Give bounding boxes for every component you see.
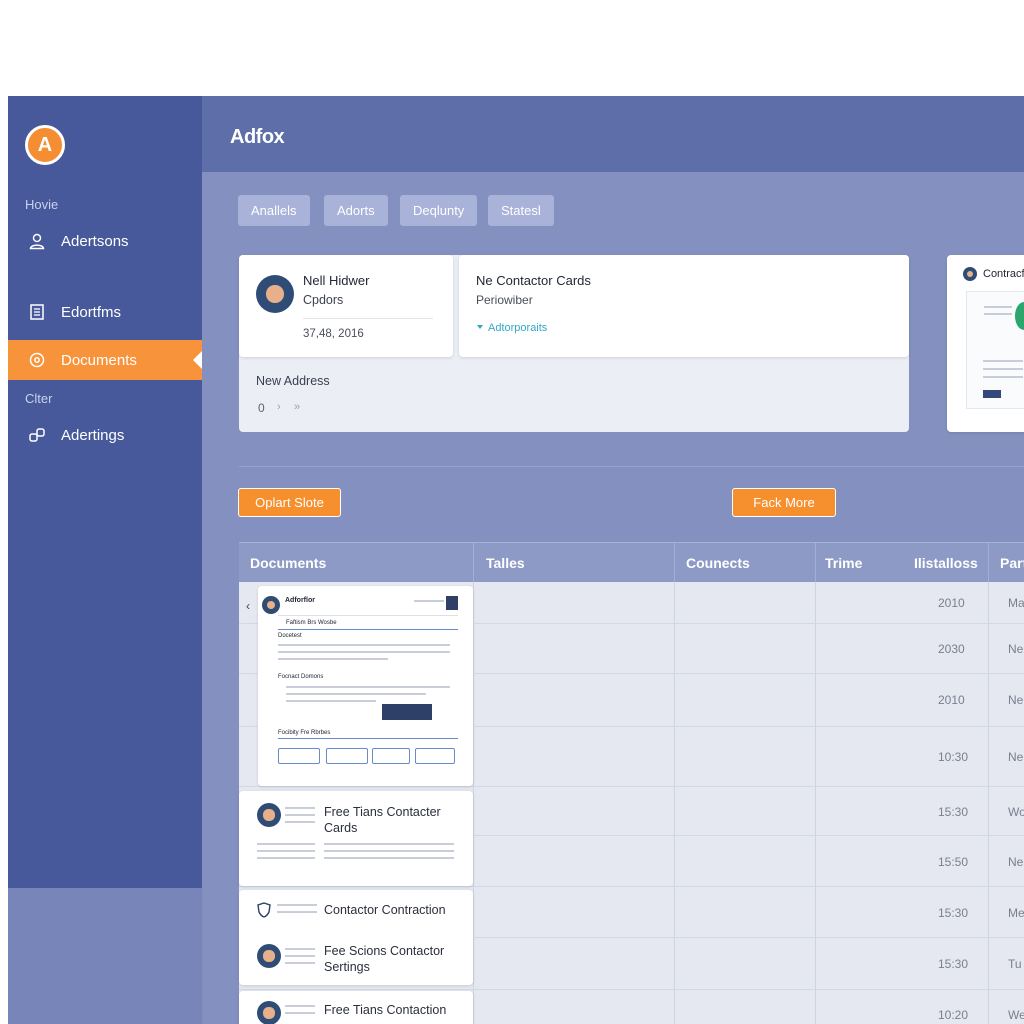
- document-card[interactable]: Free Tians Contaction: [239, 991, 473, 1024]
- sidebar-item-documents[interactable]: Documents: [8, 340, 202, 380]
- address-label: New Address: [256, 374, 330, 388]
- column-header[interactable]: Part: [1000, 555, 1024, 571]
- document-thumbnail: [966, 291, 1024, 409]
- preview-section-3: Focibity Fre Rbrbes: [278, 730, 331, 736]
- divider: [303, 318, 433, 319]
- document-title: Fee Scions Contactor Sertings: [324, 944, 445, 974]
- preview-chip: [415, 748, 455, 764]
- fack-more-button[interactable]: Fack More: [732, 488, 836, 517]
- column-header[interactable]: Documents: [250, 555, 326, 571]
- avatar: [963, 267, 977, 281]
- sidebar-footer: [8, 888, 202, 1024]
- contact-card-title: Ne Contactor Cards: [476, 273, 591, 288]
- side-card-title: Contracf: [983, 268, 1024, 280]
- chevron-left-icon[interactable]: ‹: [246, 599, 250, 613]
- time-cell: 15:30: [938, 805, 969, 819]
- preview-chip: [372, 748, 410, 764]
- tab-adorts[interactable]: Adorts: [324, 195, 388, 226]
- profile-name: Nell Hidwer: [303, 273, 370, 288]
- part-cell: Ma: [1008, 596, 1024, 610]
- column-header[interactable]: Talles: [486, 555, 525, 571]
- document-title: Free Tians Contacter Cards: [324, 805, 441, 835]
- sidebar: A Hovie Adertsons Edortfms Documents Clt…: [8, 96, 202, 888]
- part-cell: Wo: [1008, 805, 1024, 819]
- part-cell: Tu: [1008, 957, 1022, 971]
- address-count: 0: [258, 401, 265, 415]
- document-title: Contactor Contraction: [324, 903, 446, 917]
- shield-icon: [446, 596, 458, 610]
- part-cell: Ne: [1008, 693, 1024, 707]
- contact-card-link[interactable]: Adtorporaits: [488, 322, 547, 334]
- table-header: Documents Talles Counects Trime Ilistall…: [239, 542, 1024, 583]
- chevron-down-icon: [476, 322, 483, 329]
- time-cell: 10:30: [938, 750, 969, 764]
- time-cell: 2010: [938, 596, 965, 610]
- time-cell: 10:20: [938, 1008, 969, 1022]
- tab-statesl[interactable]: Statesl: [488, 195, 554, 226]
- preview-chip: [326, 748, 368, 764]
- app-window: A Hovie Adertsons Edortfms Documents Clt…: [8, 96, 1024, 1024]
- sidebar-item-edortfms[interactable]: Edortfms: [8, 292, 202, 332]
- sidebar-item-label: Edortfms: [61, 303, 122, 321]
- sidebar-item-adertsons[interactable]: Adertsons: [8, 221, 202, 261]
- arrow-right-icon[interactable]: ›: [277, 401, 281, 413]
- contact-card[interactable]: Ne Contactor Cards Periowiber Adtorporai…: [459, 255, 909, 357]
- sidebar-section-home: Hovie: [25, 197, 59, 212]
- link-icon: [28, 426, 46, 444]
- preview-section-1: Docetest: [278, 633, 302, 639]
- avatar: [262, 596, 280, 614]
- page-title: Adfox: [230, 126, 285, 148]
- part-cell: Ne: [1008, 642, 1024, 656]
- part-cell: We: [1008, 1008, 1024, 1022]
- document-icon: [28, 303, 46, 321]
- sidebar-section-other: Clter: [25, 391, 53, 406]
- avatar: [257, 944, 281, 968]
- preview-subheading: Faftism Brs Wosbe: [286, 620, 337, 626]
- contact-card-subtitle: Periowiber: [476, 293, 533, 307]
- time-cell: 15:30: [938, 957, 969, 971]
- user-icon: [28, 232, 46, 250]
- document-card[interactable]: Free Tians Contacter Cards: [239, 791, 473, 886]
- header-bar: Adfox: [202, 96, 1024, 172]
- profile-date: 37,48, 2016: [303, 328, 364, 340]
- sidebar-item-label: Adertsons: [61, 232, 129, 250]
- preview-heading: Adforflor: [285, 597, 315, 604]
- profile-card[interactable]: Nell Hidwer Cpdors 37,48, 2016: [239, 255, 453, 357]
- sidebar-item-label: Documents: [61, 351, 137, 369]
- time-cell: 15:30: [938, 906, 969, 920]
- column-header[interactable]: Counects: [686, 555, 750, 571]
- profile-role: Cpdors: [303, 293, 344, 307]
- sidebar-item-label: Adertings: [61, 426, 125, 444]
- part-cell: Me: [1008, 906, 1024, 920]
- avatar: [257, 1001, 281, 1024]
- section-divider: [239, 466, 1024, 467]
- double-arrow-right-icon[interactable]: »: [294, 401, 300, 413]
- oplart-slote-button[interactable]: Oplart Slote: [238, 488, 341, 517]
- preview-badge: [382, 704, 432, 720]
- tab-anallels[interactable]: Anallels: [238, 195, 310, 226]
- preview-chip: [278, 748, 320, 764]
- column-header[interactable]: Trime: [825, 555, 862, 571]
- app-logo[interactable]: A: [25, 125, 65, 165]
- part-cell: Ne: [1008, 855, 1024, 869]
- sidebar-item-adertings[interactable]: Adertings: [8, 415, 202, 455]
- avatar: [256, 275, 294, 313]
- time-cell: 2010: [938, 693, 965, 707]
- avatar: [257, 803, 281, 827]
- document-preview[interactable]: Adforflor Faftism Brs Wosbe Docetest Foc…: [258, 586, 473, 786]
- time-cell: 2030: [938, 642, 965, 656]
- document-title: Free Tians Contaction: [324, 1003, 447, 1017]
- column-header[interactable]: Ilistalloss: [914, 555, 978, 571]
- preview-section-2: Focnact Domons: [278, 674, 324, 680]
- gear-icon: [28, 351, 46, 369]
- tab-deqlunty[interactable]: Deqlunty: [400, 195, 478, 226]
- contract-preview-card[interactable]: Contracf: [947, 255, 1024, 432]
- shield-icon: [257, 902, 271, 918]
- document-card[interactable]: Contactor Contraction Fee Scions Contact…: [239, 890, 473, 985]
- time-cell: 15:50: [938, 855, 969, 869]
- part-cell: Ne: [1008, 750, 1024, 764]
